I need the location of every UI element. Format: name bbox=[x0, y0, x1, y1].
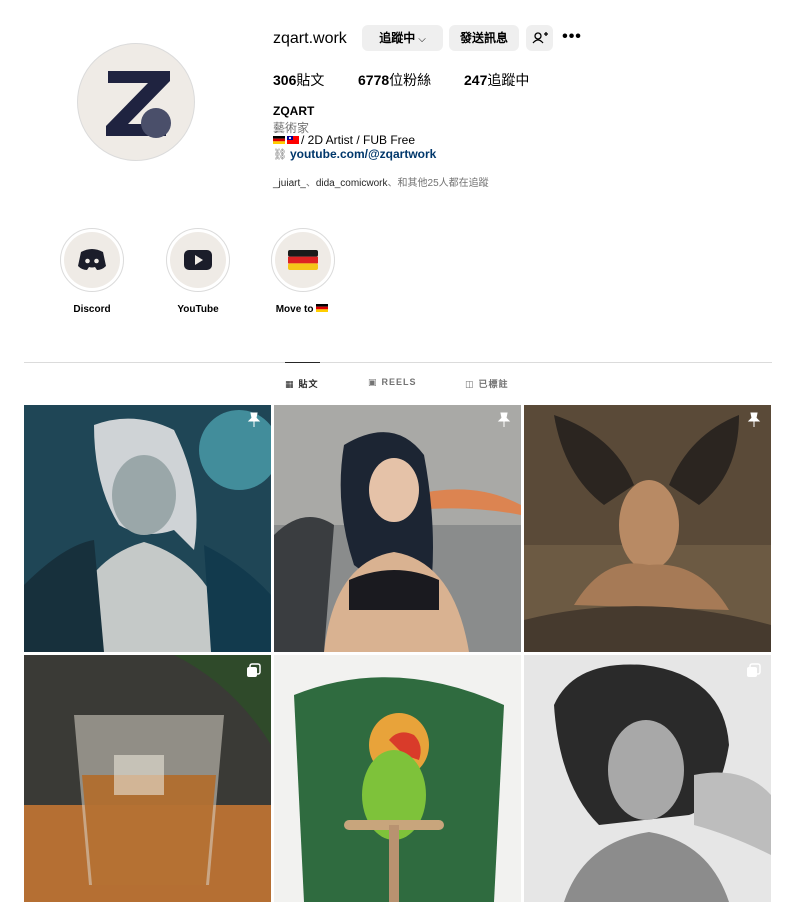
profile-link[interactable]: ⛓ youtube.com/@zqartwork bbox=[273, 147, 436, 161]
chevron-down-icon: ⌵ bbox=[418, 34, 426, 45]
youtube-icon bbox=[184, 250, 212, 270]
zq-logo bbox=[106, 71, 171, 138]
highlight-cover bbox=[170, 232, 226, 288]
pin-icon bbox=[747, 412, 761, 427]
post-image bbox=[24, 405, 271, 652]
more-options-icon[interactable]: ••• bbox=[562, 27, 582, 47]
active-tab-indicator bbox=[285, 362, 320, 363]
highlight-ring bbox=[60, 228, 124, 292]
followed-by-user[interactable]: dida_comicwork bbox=[316, 178, 388, 189]
profile-bio: / 2D Artist / FUB Free bbox=[273, 133, 415, 147]
post-thumbnail[interactable] bbox=[524, 655, 771, 902]
tab-reels[interactable]: ▣ REELS bbox=[368, 377, 417, 388]
post-image bbox=[274, 405, 521, 652]
profile-name: ZQART bbox=[273, 104, 315, 118]
highlight-cover bbox=[64, 232, 120, 288]
message-button[interactable]: 發送訊息 bbox=[449, 25, 519, 51]
posts-count[interactable]: 306貼文 bbox=[273, 72, 324, 88]
highlight-move[interactable]: Move to bbox=[270, 228, 336, 315]
post-image bbox=[524, 405, 771, 652]
followed-by-rest: 、和其他25人都在追蹤 bbox=[387, 178, 489, 189]
tab-label: 貼文 bbox=[298, 379, 319, 389]
pin-icon bbox=[247, 412, 261, 427]
tab-label: 已標註 bbox=[478, 379, 509, 389]
tagged-icon: ◫ bbox=[465, 379, 475, 389]
grid-icon: ▦ bbox=[285, 379, 295, 389]
highlight-youtube[interactable]: YouTube bbox=[165, 228, 231, 315]
following-button[interactable]: 追蹤中 ⌵ bbox=[362, 25, 443, 51]
germany-flag-icon bbox=[288, 250, 318, 270]
discord-icon bbox=[78, 249, 106, 270]
highlight-discord[interactable]: Discord bbox=[59, 228, 125, 315]
tab-posts[interactable]: ▦ 貼文 bbox=[285, 377, 319, 390]
profile-link-text[interactable]: youtube.com/@zqartwork bbox=[290, 147, 436, 161]
profile-username: zqart.work bbox=[273, 30, 347, 47]
followed-by[interactable]: _juiart_、dida_comicwork、和其他25人都在追蹤 bbox=[273, 174, 489, 189]
germany-flag-icon bbox=[273, 136, 285, 144]
highlight-cover bbox=[275, 232, 331, 288]
highlight-label: Discord bbox=[73, 304, 111, 315]
post-image bbox=[274, 655, 521, 902]
germany-flag-icon bbox=[316, 304, 329, 312]
post-image bbox=[524, 655, 771, 902]
followed-by-separator: 、 bbox=[305, 178, 316, 189]
link-icon: ⛓ bbox=[273, 149, 287, 161]
post-thumbnail[interactable] bbox=[524, 405, 771, 652]
taiwan-flag-icon bbox=[287, 136, 299, 144]
carousel-icon bbox=[247, 663, 261, 677]
tab-label: REELS bbox=[381, 377, 417, 387]
post-thumbnail[interactable] bbox=[274, 405, 521, 652]
tabs-divider bbox=[24, 362, 772, 363]
following-button-label: 追蹤中 bbox=[379, 31, 416, 45]
tab-tagged[interactable]: ◫ 已標註 bbox=[465, 377, 509, 390]
followers-count[interactable]: 6778位粉絲 bbox=[358, 72, 431, 88]
profile-bio-text: / 2D Artist / FUB Free bbox=[301, 133, 416, 147]
post-thumbnail[interactable] bbox=[24, 405, 271, 652]
followed-by-user[interactable]: _juiart_ bbox=[273, 178, 306, 189]
highlight-ring bbox=[271, 228, 335, 292]
highlight-label: Move to bbox=[270, 304, 336, 315]
carousel-icon bbox=[747, 663, 761, 677]
suggest-user-button[interactable] bbox=[526, 25, 553, 51]
profile-avatar[interactable] bbox=[77, 43, 195, 161]
post-thumbnail[interactable] bbox=[24, 655, 271, 902]
post-thumbnail[interactable] bbox=[274, 655, 521, 902]
highlight-label: YouTube bbox=[177, 304, 219, 315]
post-image bbox=[24, 655, 271, 902]
following-count[interactable]: 247追蹤中 bbox=[464, 72, 529, 88]
add-user-icon bbox=[532, 32, 548, 44]
highlight-label-text: Move to bbox=[275, 304, 314, 315]
reels-icon: ▣ bbox=[368, 377, 378, 387]
pin-icon bbox=[497, 412, 511, 427]
highlight-ring bbox=[166, 228, 230, 292]
